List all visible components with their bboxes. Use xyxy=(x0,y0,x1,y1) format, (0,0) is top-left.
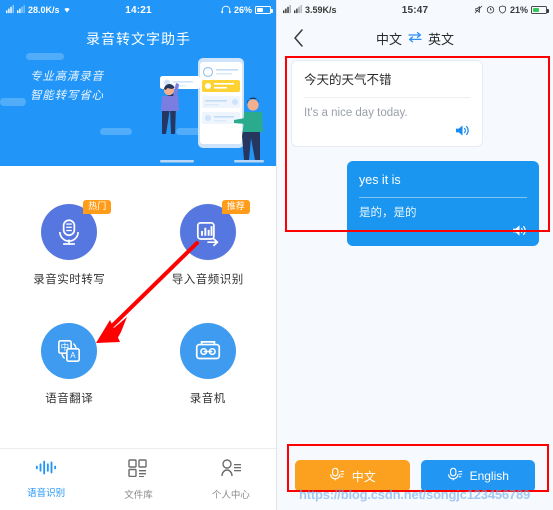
battery-icon xyxy=(255,6,274,14)
clock-label: 15:47 xyxy=(401,4,429,16)
cassette-tape-icon xyxy=(179,323,236,379)
right-status-bar: 3.59K/s 15:47 21% xyxy=(277,0,553,20)
feature-label: 导入音频识别 xyxy=(171,274,244,286)
microphone-icon xyxy=(447,467,463,485)
play-audio-button[interactable] xyxy=(359,224,527,237)
play-audio-button[interactable] xyxy=(304,124,470,137)
app-title: 录音转文字助手 xyxy=(86,31,191,47)
decor-pill xyxy=(0,98,26,106)
feature-row-2: 中 A 语音翻译 录音机 xyxy=(0,309,277,406)
feature-label: 录音机 xyxy=(189,393,226,405)
feature-badge-hot: 热门 xyxy=(83,200,112,214)
tab-label: 文件库 xyxy=(124,489,153,501)
shield-icon xyxy=(498,4,507,16)
button-label: 中文 xyxy=(351,469,376,484)
network-speed-label: 28.0K/s xyxy=(28,5,60,15)
battery-charging-icon xyxy=(531,6,550,14)
button-label: English xyxy=(469,469,509,483)
hero-banner: 28.0K/s 14:21 26% 录音转文字助手 专业高清录音 智能转写省心 xyxy=(0,0,277,166)
message-secondary-text: It's a nice day today. xyxy=(304,107,408,119)
microphone-icon xyxy=(329,467,345,485)
target-language-label[interactable]: 英文 xyxy=(428,29,454,48)
speaker-icon xyxy=(456,125,469,136)
translate-icon: 中 A xyxy=(41,323,98,379)
tab-voice-recognition[interactable]: 语音识别 xyxy=(0,460,92,499)
signal-icon-2 xyxy=(17,4,26,16)
language-record-buttons: 中文 English xyxy=(277,460,553,492)
left-phone-screen: 28.0K/s 14:21 26% 录音转文字助手 专业高清录音 智能转写省心 xyxy=(0,0,277,510)
signal-icon-2 xyxy=(294,4,303,16)
tab-label: 语音识别 xyxy=(27,488,66,499)
feature-grid: 热门 录音实时转写 推荐 导入音频识别 中 A 语音翻译 录音机 xyxy=(0,190,277,406)
right-phone-screen: 3.59K/s 15:47 21% 中文 英文 今天的天气不错 It's a n… xyxy=(277,0,553,510)
clock-label: 14:21 xyxy=(125,4,152,16)
decor-pill xyxy=(100,128,132,135)
back-button[interactable] xyxy=(287,26,311,50)
translation-chat-list: 今天的天气不错 It's a nice day today. yes it is… xyxy=(277,60,553,260)
left-status-bar: 28.0K/s 14:21 26% xyxy=(0,0,277,20)
hero-illustration xyxy=(160,58,264,163)
bubble-divider xyxy=(359,197,527,198)
bubble-divider xyxy=(304,97,470,98)
translation-nav-bar: 中文 英文 xyxy=(277,20,553,56)
chat-row: 今天的天气不错 It's a nice day today. xyxy=(277,60,553,147)
bottom-tab-bar: 语音识别 文件库 个人中心 xyxy=(0,448,277,510)
person-icon xyxy=(220,458,242,482)
battery-percent-label: 21% xyxy=(510,5,529,15)
grid-list-icon xyxy=(128,458,148,482)
tab-label: 个人中心 xyxy=(211,489,250,501)
screen-divider xyxy=(276,0,277,510)
speaker-icon xyxy=(513,225,526,236)
message-primary-text: 今天的天气不错 xyxy=(304,73,392,87)
waveform-icon xyxy=(35,460,57,480)
message-bubble-incoming[interactable]: 今天的天气不错 It's a nice day today. xyxy=(291,60,483,147)
feature-item-import-audio[interactable]: 推荐 导入音频识别 xyxy=(139,190,278,287)
feature-badge-recommend: 推荐 xyxy=(221,200,250,214)
feature-item-realtime-transcribe[interactable]: 热门 录音实时转写 xyxy=(0,190,139,287)
record-english-button[interactable]: English xyxy=(420,460,535,492)
mute-icon xyxy=(474,5,483,16)
chat-row: yes it is 是的，是的 xyxy=(277,161,553,246)
headphone-icon xyxy=(221,5,231,16)
decor-pill xyxy=(26,53,64,60)
feature-item-recorder[interactable]: 录音机 xyxy=(139,309,278,406)
wifi-icon xyxy=(62,5,72,16)
source-language-label[interactable]: 中文 xyxy=(376,29,402,48)
message-bubble-outgoing[interactable]: yes it is 是的，是的 xyxy=(347,161,539,246)
swap-horizontal-icon[interactable] xyxy=(408,31,422,46)
alarm-icon xyxy=(486,5,495,16)
signal-icon xyxy=(283,4,292,16)
feature-row-1: 热门 录音实时转写 推荐 导入音频识别 xyxy=(0,190,277,287)
tab-profile[interactable]: 个人中心 xyxy=(185,458,277,501)
feature-item-voice-translate[interactable]: 中 A 语音翻译 xyxy=(0,309,139,406)
hero-subtitle-line2: 智能转写省心 xyxy=(30,90,104,102)
tab-file-library[interactable]: 文件库 xyxy=(92,458,184,501)
chevron-left-icon xyxy=(294,29,303,47)
battery-percent-label: 26% xyxy=(234,5,253,15)
hero-subtitle: 专业高清录音 智能转写省心 xyxy=(30,68,104,106)
hero-subtitle-line1: 专业高清录音 xyxy=(30,71,104,83)
language-pair-title: 中文 英文 xyxy=(277,29,553,48)
record-chinese-button[interactable]: 中文 xyxy=(295,460,410,492)
message-primary-text: yes it is xyxy=(359,173,401,187)
message-secondary-text: 是的，是的 xyxy=(359,207,417,219)
network-speed-label: 3.59K/s xyxy=(305,5,337,15)
feature-label: 录音实时转写 xyxy=(33,274,106,286)
signal-icon xyxy=(6,4,15,16)
svg-text:A: A xyxy=(71,351,77,360)
feature-label: 语音翻译 xyxy=(45,393,94,405)
